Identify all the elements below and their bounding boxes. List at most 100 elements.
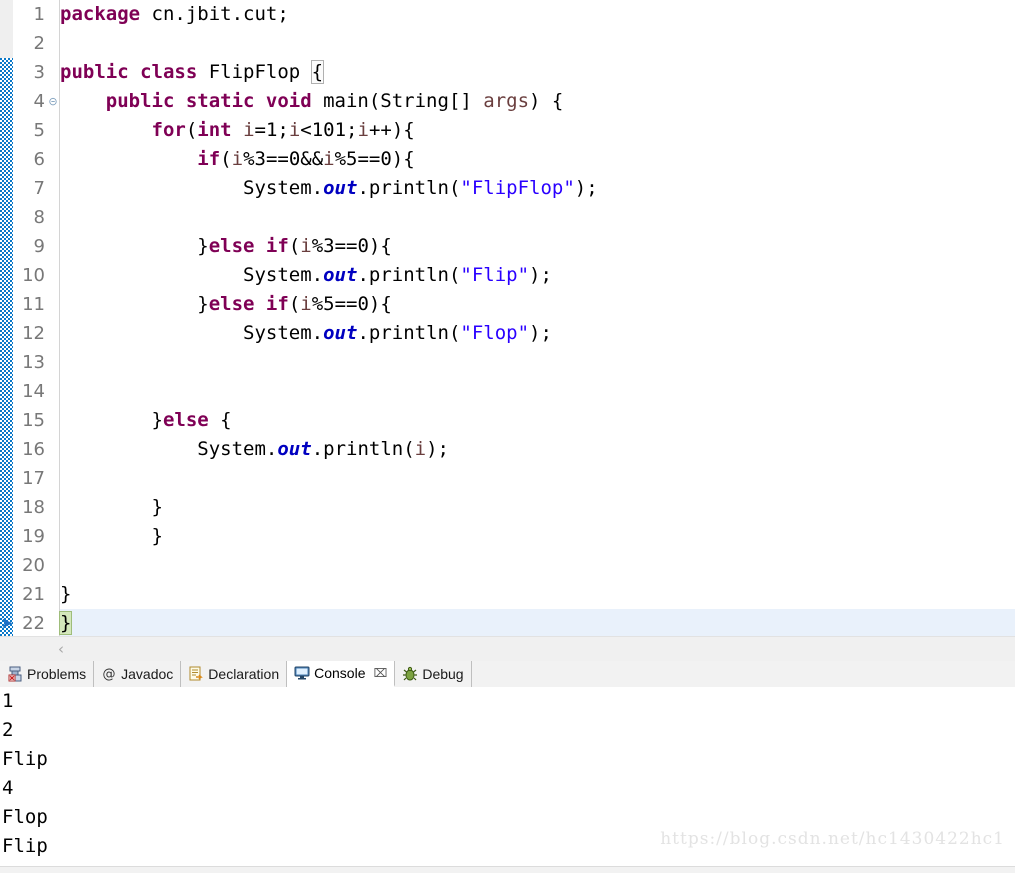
console-output-line: 4 <box>2 777 14 799</box>
code-token-kw: public static void <box>105 90 324 112</box>
code-line[interactable]: System.out.println(i); <box>60 435 1015 464</box>
code-line[interactable]: System.out.println("FlipFlop"); <box>60 174 1015 203</box>
code-line[interactable]: } <box>60 493 1015 522</box>
code-token-plain: } <box>197 235 209 257</box>
tab-javadoc[interactable]: @ Javadoc <box>94 661 182 687</box>
code-token-plain: ( <box>220 148 232 170</box>
line-number: 3 <box>33 62 45 83</box>
code-line[interactable]: System.out.println("Flip"); <box>60 261 1015 290</box>
code-line[interactable]: if(i%3==0&&i%5==0){ <box>60 145 1015 174</box>
line-number: 10 <box>22 265 45 286</box>
console-output-line: Flip <box>2 748 48 770</box>
code-token-plain: ++){ <box>368 119 415 141</box>
code-token-plain: .println( <box>357 177 461 199</box>
code-token-plain: .println( <box>311 438 415 460</box>
code-token-plain: %3==0&& <box>243 148 324 170</box>
line-number: 22 <box>22 613 45 634</box>
code-line[interactable]: package cn.jbit.cut; <box>60 0 1015 29</box>
tab-label: Problems <box>27 666 87 682</box>
code-line[interactable]: }else if(i%5==0){ <box>60 290 1015 319</box>
tab-debug[interactable]: Debug <box>395 661 472 687</box>
code-token-plain: .println( <box>357 264 461 286</box>
line-number: 17 <box>22 468 45 489</box>
code-line[interactable]: public static void main(String[] args) { <box>60 87 1015 116</box>
problems-icon <box>7 666 23 682</box>
code-line[interactable]: System.out.println("Flop"); <box>60 319 1015 348</box>
code-token-plain: ); <box>529 264 552 286</box>
code-line[interactable] <box>60 203 1015 232</box>
code-line[interactable] <box>60 464 1015 493</box>
code-line[interactable]: } <box>60 522 1015 551</box>
code-token-var: i <box>300 235 312 257</box>
code-token-plain: ) { <box>529 90 564 112</box>
code-token-plain: FlipFlop <box>208 61 312 83</box>
code-line[interactable] <box>60 551 1015 580</box>
code-line[interactable]: public class FlipFlop { <box>60 58 1015 87</box>
tab-console[interactable]: Console ⌧ <box>287 661 396 687</box>
line-number: 9 <box>33 236 45 257</box>
code-token-plain: ); <box>529 322 552 344</box>
code-line[interactable]: }else { <box>60 406 1015 435</box>
line-number: 16 <box>22 439 45 460</box>
close-icon[interactable]: ⌧ <box>374 666 388 680</box>
line-number: 1 <box>33 4 45 25</box>
code-line[interactable]: }else if(i%3==0){ <box>60 232 1015 261</box>
code-line[interactable]: for(int i=1;i<101;i++){ <box>60 116 1015 145</box>
code-line[interactable]: } <box>60 580 1015 609</box>
code-line[interactable]: } <box>58 609 1015 636</box>
code-line[interactable] <box>60 29 1015 58</box>
tab-declaration[interactable]: Declaration <box>181 661 288 687</box>
editor-horizontal-scrollbar[interactable]: ‹ <box>0 636 1015 662</box>
code-token-plain: %5==0){ <box>334 148 415 170</box>
line-number: 4 <box>33 91 45 112</box>
code-token-plain: } <box>151 525 163 547</box>
code-token-plain: System. <box>243 322 324 344</box>
code-token-fld: out <box>277 438 312 460</box>
view-tab-bar[interactable]: Problems @ Javadoc Declaration Console ⌧ Debug <box>0 661 1015 688</box>
code-token-var: i <box>414 438 427 460</box>
line-number: 13 <box>22 352 45 373</box>
folding-ruler[interactable]: ⊝ <box>47 0 60 636</box>
code-text-area[interactable]: package cn.jbit.cut; public class FlipFlo… <box>58 0 1015 636</box>
code-token-var: i <box>231 148 244 170</box>
code-token-plain: main(String[] <box>323 90 484 112</box>
line-number: 7 <box>33 178 45 199</box>
code-token-var: i <box>288 119 301 141</box>
code-token-kw: int <box>197 119 244 141</box>
code-token-plain: } <box>151 496 163 518</box>
code-token-kw: else <box>162 409 209 431</box>
tab-label: Console <box>314 665 366 681</box>
console-output-line: Flop <box>2 806 48 828</box>
code-token-plain: } <box>60 583 72 605</box>
code-token-plain: %5==0){ <box>311 293 392 315</box>
line-number: 15 <box>22 410 45 431</box>
code-token-fld: out <box>323 322 358 344</box>
code-token-var: args <box>483 90 530 112</box>
tab-problems[interactable]: Problems <box>0 661 95 687</box>
line-number: 2 <box>33 33 45 54</box>
console-output-line: Flip <box>2 835 48 857</box>
fold-collapse-icon[interactable]: ⊝ <box>47 87 59 116</box>
code-token-kw: else if <box>208 235 289 257</box>
code-token-var: i <box>243 119 255 141</box>
console-output-area[interactable]: 1 2 Flip 4 Flop Flip <box>0 687 1015 872</box>
code-editor[interactable]: ➤ 1 2 3 4 5 6 7 8 9 10 11 12 13 14 15 16 17 18 19 20 21 22 ⊝ … <box>0 0 1015 636</box>
line-number: 8 <box>33 207 45 228</box>
javadoc-icon: @ <box>101 666 117 682</box>
scroll-left-icon[interactable]: ‹ <box>52 639 70 659</box>
code-line[interactable] <box>60 377 1015 406</box>
code-token-plain: { <box>208 409 232 431</box>
code-token-str: "Flip" <box>460 264 530 286</box>
line-number: 19 <box>22 526 45 547</box>
line-number: 6 <box>33 149 45 170</box>
code-line[interactable] <box>60 348 1015 377</box>
